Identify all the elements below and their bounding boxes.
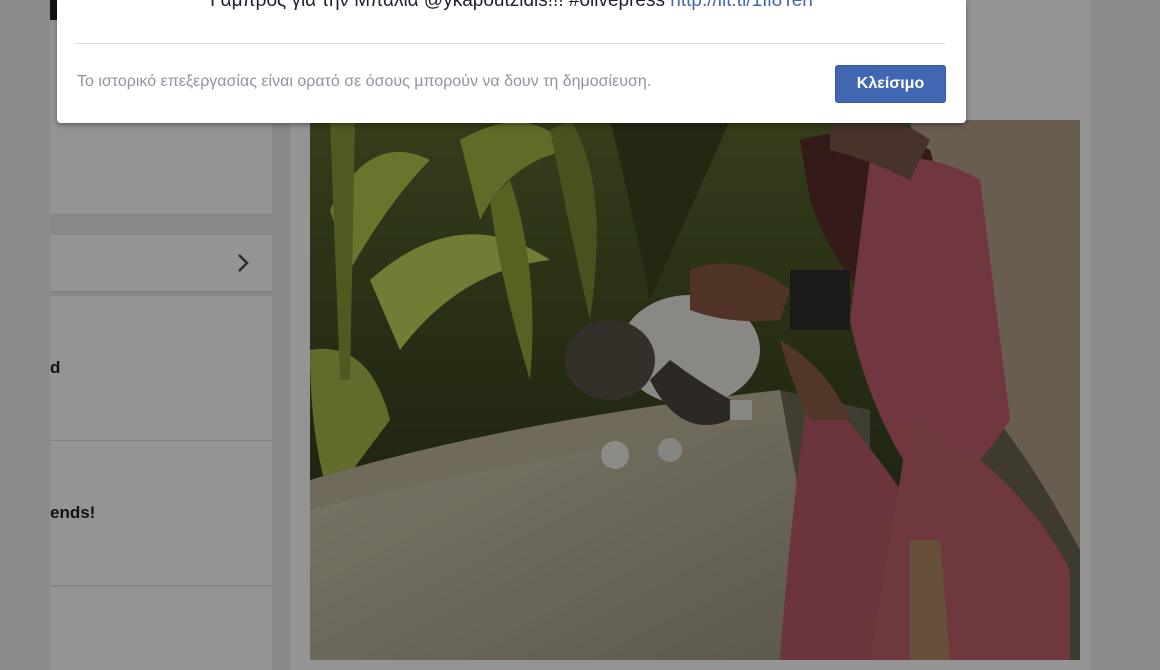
post-caption: Γαμπρος για την Μπαλια @ykapoutzidis!!! … bbox=[57, 0, 966, 12]
close-button[interactable]: Κλείσιμο bbox=[835, 65, 946, 103]
edit-history-note: Το ιστορικό επεξεργασίας είναι ορατό σε … bbox=[77, 73, 652, 90]
edit-history-dialog: Γαμπρος για την Μπαλια @ykapoutzidis!!! … bbox=[57, 0, 966, 123]
dialog-divider bbox=[75, 43, 945, 44]
caption-text: Γαμπρος για την Μπαλια @ykapoutzidis!!! … bbox=[210, 0, 671, 11]
caption-link[interactable]: http://lit.ti/1Ii8Ten bbox=[670, 0, 813, 11]
